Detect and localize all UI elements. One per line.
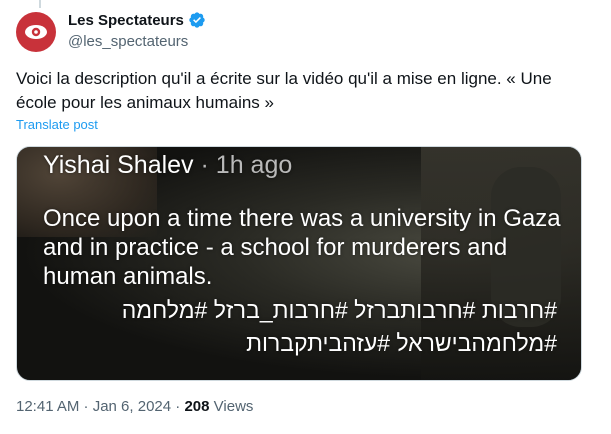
eye-logo-icon xyxy=(25,25,47,39)
media-post-header: Yishai Shalev · 1h ago xyxy=(43,151,292,180)
media-hashtags-line: #חרבות #חרבותברזל #חרבות_ברזל #מלחמה xyxy=(121,297,557,323)
media-hashtags: #חרבות #חרבותברזל #חרבות_ברזל #מלחמה #מל… xyxy=(17,294,557,360)
translate-post-link[interactable]: Translate post xyxy=(16,117,98,132)
author-name-row: Les Spectateurs xyxy=(68,11,206,29)
tweet-meta: 12:41 AM · Jan 6, 2024 · 208 Views xyxy=(16,398,253,415)
author-display-name[interactable]: Les Spectateurs xyxy=(68,12,184,29)
verified-badge-icon[interactable] xyxy=(188,11,206,29)
views-count: 208 xyxy=(184,398,210,415)
views-label: Views xyxy=(213,398,254,415)
media-image[interactable]: Yishai Shalev · 1h ago Once upon a time … xyxy=(16,146,582,381)
thread-connector-line xyxy=(39,0,41,8)
author-handle[interactable]: @les_spectateurs xyxy=(68,33,188,50)
media-hashtags-line: #מלחמהבישראל #עזהביתקברות xyxy=(246,330,557,356)
media-time: · 1h ago xyxy=(200,151,293,179)
media-body-text: Once upon a time there was a university … xyxy=(43,205,561,290)
tweet-text: Voici la description qu'il a écrite sur … xyxy=(16,69,552,112)
media-author-name: Yishai Shalev xyxy=(43,151,194,179)
timestamp[interactable]: 12:41 AM · Jan 6, 2024 · xyxy=(16,398,180,415)
avatar[interactable] xyxy=(16,12,56,52)
